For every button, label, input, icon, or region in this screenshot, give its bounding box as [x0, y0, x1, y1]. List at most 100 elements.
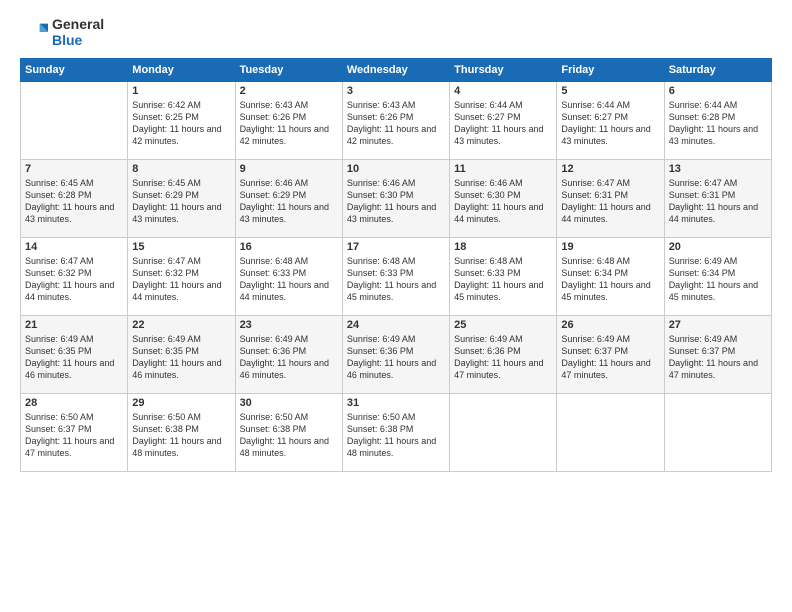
- calendar-cell: 27 Sunrise: 6:49 AMSunset: 6:37 PMDaylig…: [664, 316, 771, 394]
- week-row-5: 28 Sunrise: 6:50 AMSunset: 6:37 PMDaylig…: [21, 394, 772, 472]
- calendar-cell: 26 Sunrise: 6:49 AMSunset: 6:37 PMDaylig…: [557, 316, 664, 394]
- cell-text: Sunrise: 6:43 AMSunset: 6:26 PMDaylight:…: [240, 99, 338, 148]
- calendar-cell: 11 Sunrise: 6:46 AMSunset: 6:30 PMDaylig…: [450, 160, 557, 238]
- calendar-cell: 17 Sunrise: 6:48 AMSunset: 6:33 PMDaylig…: [342, 238, 449, 316]
- cell-text: Sunrise: 6:49 AMSunset: 6:36 PMDaylight:…: [240, 333, 338, 382]
- cell-text: Sunrise: 6:48 AMSunset: 6:33 PMDaylight:…: [454, 255, 552, 304]
- cell-text: Sunrise: 6:42 AMSunset: 6:25 PMDaylight:…: [132, 99, 230, 148]
- day-number: 25: [454, 319, 552, 331]
- calendar-cell: 5 Sunrise: 6:44 AMSunset: 6:27 PMDayligh…: [557, 82, 664, 160]
- day-number: 3: [347, 85, 445, 97]
- calendar-cell: 16 Sunrise: 6:48 AMSunset: 6:33 PMDaylig…: [235, 238, 342, 316]
- day-number: 28: [25, 397, 123, 409]
- day-number: 8: [132, 163, 230, 175]
- calendar-cell: 30 Sunrise: 6:50 AMSunset: 6:38 PMDaylig…: [235, 394, 342, 472]
- day-number: 19: [561, 241, 659, 253]
- cell-text: Sunrise: 6:45 AMSunset: 6:28 PMDaylight:…: [25, 177, 123, 226]
- day-number: 2: [240, 85, 338, 97]
- cell-text: Sunrise: 6:46 AMSunset: 6:30 PMDaylight:…: [347, 177, 445, 226]
- day-number: 24: [347, 319, 445, 331]
- day-number: 22: [132, 319, 230, 331]
- calendar-cell: 29 Sunrise: 6:50 AMSunset: 6:38 PMDaylig…: [128, 394, 235, 472]
- calendar-cell: 21 Sunrise: 6:49 AMSunset: 6:35 PMDaylig…: [21, 316, 128, 394]
- calendar-cell: 7 Sunrise: 6:45 AMSunset: 6:28 PMDayligh…: [21, 160, 128, 238]
- header-cell-sunday: Sunday: [21, 59, 128, 82]
- cell-text: Sunrise: 6:44 AMSunset: 6:27 PMDaylight:…: [454, 99, 552, 148]
- cell-text: Sunrise: 6:49 AMSunset: 6:37 PMDaylight:…: [669, 333, 767, 382]
- calendar-cell: 15 Sunrise: 6:47 AMSunset: 6:32 PMDaylig…: [128, 238, 235, 316]
- calendar-cell: 13 Sunrise: 6:47 AMSunset: 6:31 PMDaylig…: [664, 160, 771, 238]
- calendar-table: SundayMondayTuesdayWednesdayThursdayFrid…: [20, 58, 772, 472]
- cell-text: Sunrise: 6:47 AMSunset: 6:32 PMDaylight:…: [25, 255, 123, 304]
- header-cell-saturday: Saturday: [664, 59, 771, 82]
- day-number: 5: [561, 85, 659, 97]
- cell-text: Sunrise: 6:48 AMSunset: 6:33 PMDaylight:…: [240, 255, 338, 304]
- day-number: 29: [132, 397, 230, 409]
- calendar-cell: [557, 394, 664, 472]
- logo: General Blue: [20, 16, 104, 48]
- day-number: 27: [669, 319, 767, 331]
- day-number: 14: [25, 241, 123, 253]
- cell-text: Sunrise: 6:50 AMSunset: 6:38 PMDaylight:…: [347, 411, 445, 460]
- header-row: SundayMondayTuesdayWednesdayThursdayFrid…: [21, 59, 772, 82]
- day-number: 9: [240, 163, 338, 175]
- week-row-4: 21 Sunrise: 6:49 AMSunset: 6:35 PMDaylig…: [21, 316, 772, 394]
- cell-text: Sunrise: 6:45 AMSunset: 6:29 PMDaylight:…: [132, 177, 230, 226]
- cell-text: Sunrise: 6:46 AMSunset: 6:29 PMDaylight:…: [240, 177, 338, 226]
- logo-icon: [20, 18, 48, 46]
- calendar-page: General Blue SundayMondayTuesdayWednesda…: [0, 0, 792, 612]
- day-number: 11: [454, 163, 552, 175]
- cell-text: Sunrise: 6:44 AMSunset: 6:27 PMDaylight:…: [561, 99, 659, 148]
- day-number: 23: [240, 319, 338, 331]
- day-number: 30: [240, 397, 338, 409]
- calendar-cell: 31 Sunrise: 6:50 AMSunset: 6:38 PMDaylig…: [342, 394, 449, 472]
- calendar-cell: [664, 394, 771, 472]
- day-number: 1: [132, 85, 230, 97]
- calendar-cell: 28 Sunrise: 6:50 AMSunset: 6:37 PMDaylig…: [21, 394, 128, 472]
- day-number: 26: [561, 319, 659, 331]
- cell-text: Sunrise: 6:49 AMSunset: 6:35 PMDaylight:…: [132, 333, 230, 382]
- calendar-cell: 24 Sunrise: 6:49 AMSunset: 6:36 PMDaylig…: [342, 316, 449, 394]
- calendar-cell: 14 Sunrise: 6:47 AMSunset: 6:32 PMDaylig…: [21, 238, 128, 316]
- header-cell-monday: Monday: [128, 59, 235, 82]
- day-number: 6: [669, 85, 767, 97]
- cell-text: Sunrise: 6:46 AMSunset: 6:30 PMDaylight:…: [454, 177, 552, 226]
- day-number: 12: [561, 163, 659, 175]
- calendar-cell: 25 Sunrise: 6:49 AMSunset: 6:36 PMDaylig…: [450, 316, 557, 394]
- calendar-cell: 12 Sunrise: 6:47 AMSunset: 6:31 PMDaylig…: [557, 160, 664, 238]
- day-number: 31: [347, 397, 445, 409]
- cell-text: Sunrise: 6:44 AMSunset: 6:28 PMDaylight:…: [669, 99, 767, 148]
- cell-text: Sunrise: 6:50 AMSunset: 6:38 PMDaylight:…: [240, 411, 338, 460]
- header: General Blue: [20, 16, 772, 48]
- cell-text: Sunrise: 6:50 AMSunset: 6:38 PMDaylight:…: [132, 411, 230, 460]
- cell-text: Sunrise: 6:49 AMSunset: 6:36 PMDaylight:…: [347, 333, 445, 382]
- calendar-cell: 10 Sunrise: 6:46 AMSunset: 6:30 PMDaylig…: [342, 160, 449, 238]
- cell-text: Sunrise: 6:47 AMSunset: 6:31 PMDaylight:…: [561, 177, 659, 226]
- day-number: 21: [25, 319, 123, 331]
- cell-text: Sunrise: 6:47 AMSunset: 6:32 PMDaylight:…: [132, 255, 230, 304]
- calendar-cell: 20 Sunrise: 6:49 AMSunset: 6:34 PMDaylig…: [664, 238, 771, 316]
- calendar-cell: 18 Sunrise: 6:48 AMSunset: 6:33 PMDaylig…: [450, 238, 557, 316]
- day-number: 10: [347, 163, 445, 175]
- cell-text: Sunrise: 6:48 AMSunset: 6:33 PMDaylight:…: [347, 255, 445, 304]
- day-number: 4: [454, 85, 552, 97]
- cell-text: Sunrise: 6:43 AMSunset: 6:26 PMDaylight:…: [347, 99, 445, 148]
- calendar-cell: 23 Sunrise: 6:49 AMSunset: 6:36 PMDaylig…: [235, 316, 342, 394]
- day-number: 17: [347, 241, 445, 253]
- calendar-cell: [450, 394, 557, 472]
- cell-text: Sunrise: 6:49 AMSunset: 6:36 PMDaylight:…: [454, 333, 552, 382]
- day-number: 20: [669, 241, 767, 253]
- calendar-cell: 1 Sunrise: 6:42 AMSunset: 6:25 PMDayligh…: [128, 82, 235, 160]
- day-number: 18: [454, 241, 552, 253]
- cell-text: Sunrise: 6:47 AMSunset: 6:31 PMDaylight:…: [669, 177, 767, 226]
- calendar-cell: 8 Sunrise: 6:45 AMSunset: 6:29 PMDayligh…: [128, 160, 235, 238]
- day-number: 13: [669, 163, 767, 175]
- header-cell-wednesday: Wednesday: [342, 59, 449, 82]
- day-number: 15: [132, 241, 230, 253]
- calendar-cell: 9 Sunrise: 6:46 AMSunset: 6:29 PMDayligh…: [235, 160, 342, 238]
- day-number: 7: [25, 163, 123, 175]
- header-cell-tuesday: Tuesday: [235, 59, 342, 82]
- calendar-cell: 2 Sunrise: 6:43 AMSunset: 6:26 PMDayligh…: [235, 82, 342, 160]
- calendar-cell: 4 Sunrise: 6:44 AMSunset: 6:27 PMDayligh…: [450, 82, 557, 160]
- day-number: 16: [240, 241, 338, 253]
